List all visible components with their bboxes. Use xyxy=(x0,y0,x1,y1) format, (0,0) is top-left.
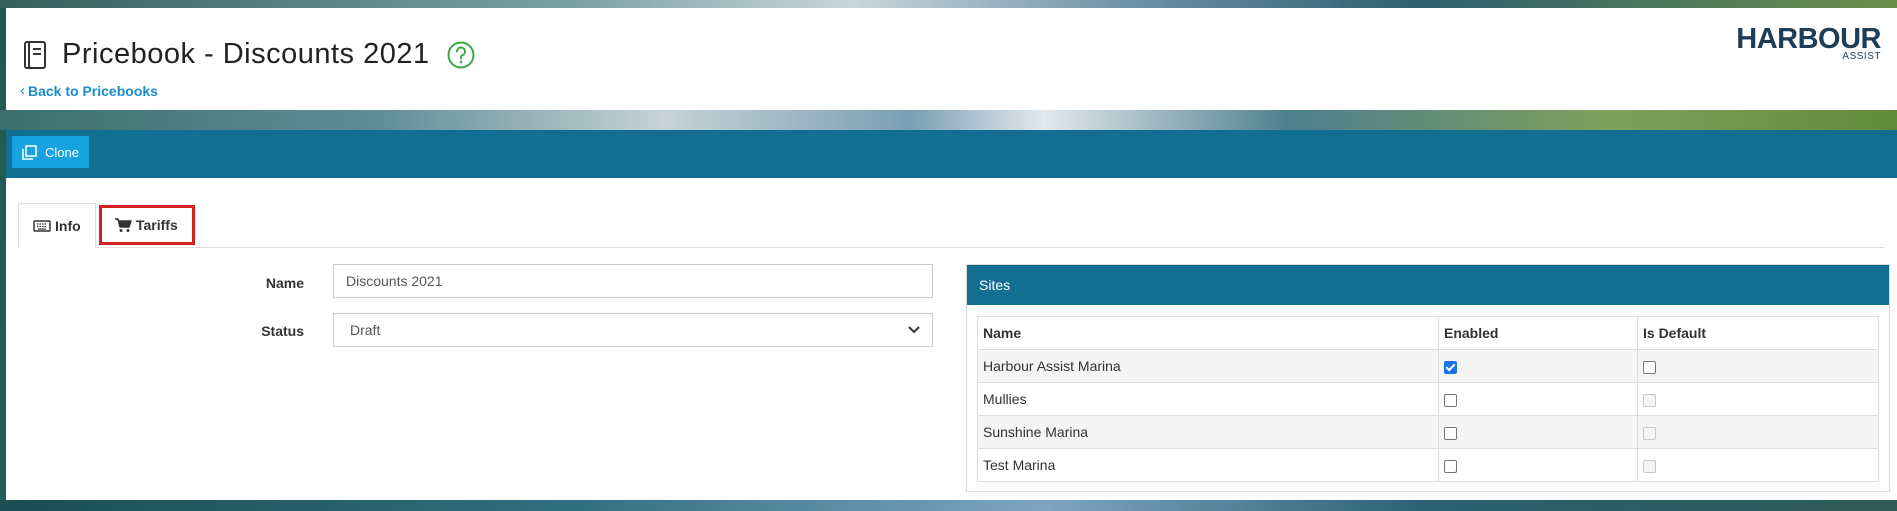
is-default-cell xyxy=(1637,382,1879,416)
status-select[interactable]: Draft xyxy=(333,313,933,347)
is-default-cell xyxy=(1637,415,1879,449)
main-content: Info Tariffs Name Discounts 2021 Status … xyxy=(6,178,1897,500)
enabled-cell xyxy=(1438,349,1638,383)
logo-main-text: HARBOUR xyxy=(1736,23,1881,55)
is-default-checkbox[interactable] xyxy=(1643,360,1656,374)
table-row: Sunshine Marina xyxy=(977,415,1879,449)
site-name-cell: Sunshine Marina xyxy=(977,415,1439,449)
status-selected-value: Draft xyxy=(350,322,381,338)
is-default-checkbox xyxy=(1643,459,1656,473)
clone-button[interactable]: Clone xyxy=(12,136,89,168)
chevron-left-icon: ‹ xyxy=(20,82,25,99)
enabled-checkbox[interactable] xyxy=(1444,393,1457,407)
column-header-enabled: Enabled xyxy=(1438,316,1638,350)
is-default-checkbox xyxy=(1643,426,1656,440)
enabled-cell xyxy=(1438,415,1638,449)
keyboard-icon xyxy=(33,219,51,232)
tab-info[interactable]: Info xyxy=(18,203,96,248)
background-photo-bottom xyxy=(0,500,1897,511)
tab-info-label: Info xyxy=(55,217,81,234)
is-default-cell xyxy=(1637,448,1879,482)
name-field[interactable]: Discounts 2021 xyxy=(333,264,933,298)
harbour-assist-logo: HARBOUR ASSIST xyxy=(1736,24,1881,62)
name-label: Name xyxy=(265,275,304,291)
book-icon xyxy=(24,40,46,69)
action-toolbar: Clone xyxy=(6,130,1897,178)
sites-table: Name Enabled Is Default Harbour Assist M… xyxy=(977,316,1879,482)
sites-panel-title: Sites xyxy=(967,265,1889,305)
clone-icon xyxy=(22,144,37,160)
table-row: Harbour Assist Marina xyxy=(977,349,1879,383)
clone-label: Clone xyxy=(45,144,79,160)
site-name-cell: Test Marina xyxy=(977,448,1439,482)
background-photo-middle xyxy=(0,110,1897,130)
table-row: Test Marina xyxy=(977,448,1879,482)
back-link-label: Back to Pricebooks xyxy=(28,82,158,99)
chevron-down-icon xyxy=(908,326,920,334)
help-icon[interactable] xyxy=(446,40,476,70)
background-photo-top xyxy=(0,0,1897,8)
column-header-is-default: Is Default xyxy=(1637,316,1879,350)
enabled-checkbox[interactable] xyxy=(1444,459,1457,473)
tab-tariffs-label: Tariffs xyxy=(136,217,178,233)
site-name-cell: Harbour Assist Marina xyxy=(977,349,1439,383)
title-row: Pricebook - Discounts 2021 xyxy=(20,38,476,71)
back-to-pricebooks-link[interactable]: ‹ Back to Pricebooks xyxy=(20,82,158,99)
tab-tariffs[interactable]: Tariffs xyxy=(99,205,195,245)
status-label: Status xyxy=(261,323,304,339)
column-header-name: Name xyxy=(977,316,1439,350)
is-default-checkbox xyxy=(1643,393,1656,407)
sites-panel: Sites Name Enabled Is Default Harbour As… xyxy=(966,264,1890,492)
enabled-checkbox[interactable] xyxy=(1444,360,1457,374)
cart-icon xyxy=(115,218,132,232)
table-header-row: Name Enabled Is Default xyxy=(977,316,1879,350)
enabled-cell xyxy=(1438,448,1638,482)
enabled-checkbox[interactable] xyxy=(1444,426,1457,440)
is-default-cell xyxy=(1637,349,1879,383)
table-row: Mullies xyxy=(977,382,1879,416)
site-name-cell: Mullies xyxy=(977,382,1439,416)
page-header: Pricebook - Discounts 2021 ‹ Back to Pri… xyxy=(6,8,1897,110)
enabled-cell xyxy=(1438,382,1638,416)
tab-bar: Info Tariffs xyxy=(18,203,1885,248)
page-title: Pricebook - Discounts 2021 xyxy=(62,38,430,70)
